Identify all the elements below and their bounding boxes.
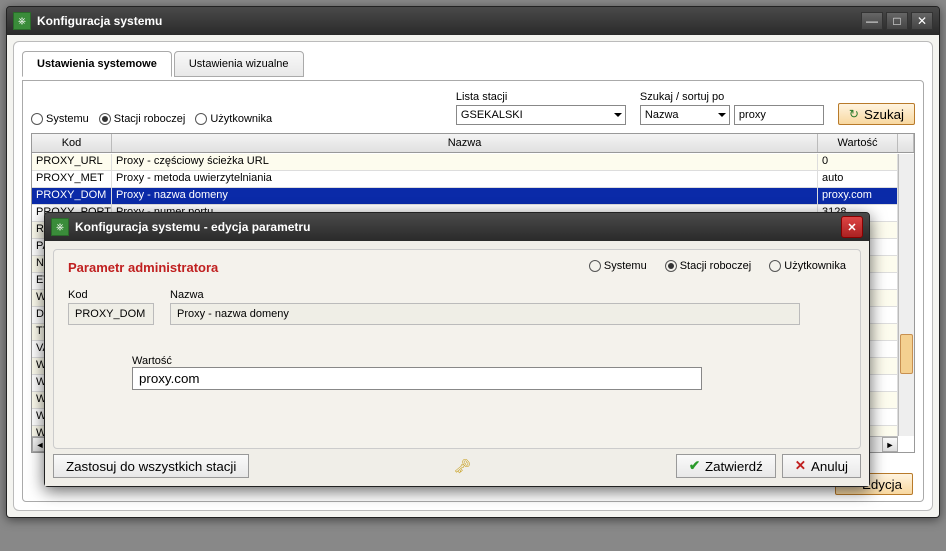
sort-select[interactable]: Nazwa — [640, 105, 730, 125]
station-list-select[interactable]: GSEKALSKI — [456, 105, 626, 125]
table-row[interactable]: PROXY_URLProxy - częściowy ścieżka URL0 — [32, 154, 898, 171]
scrollbar-thumb[interactable] — [900, 334, 913, 374]
confirm-label: Zatwierdź — [705, 459, 763, 474]
dialog-kod-value: PROXY_DOM — [68, 303, 154, 325]
sort-label: Szukaj / sortuj po — [640, 91, 824, 103]
dialog-close-button[interactable]: ✕ — [841, 216, 863, 238]
confirm-button[interactable]: ✔ Zatwierdź — [676, 454, 776, 478]
refresh-icon: ↻ — [849, 107, 859, 121]
dialog-wartosc-input[interactable] — [132, 367, 702, 390]
window-title: Konfiguracja systemu — [37, 14, 861, 28]
scope-station-radio[interactable]: Stacji roboczej — [99, 113, 186, 125]
scroll-right-button[interactable]: ► — [882, 437, 898, 452]
dialog-scope-user-radio[interactable]: Użytkownika — [769, 260, 846, 272]
dialog-icon: ⎈ — [51, 218, 69, 236]
col-header-kod[interactable]: Kod — [32, 134, 112, 152]
search-button[interactable]: ↻ Szukaj — [838, 103, 915, 125]
apply-all-label: Zastosuj do wszystkich stacji — [66, 459, 236, 474]
dialog-nazwa-value: Proxy - nazwa domeny — [170, 303, 800, 325]
station-list-label: Lista stacji — [456, 91, 626, 103]
check-icon: ✔ — [689, 458, 700, 474]
apply-all-stations-button[interactable]: Zastosuj do wszystkich stacji — [53, 454, 249, 478]
search-button-label: Szukaj — [864, 107, 904, 122]
app-icon: ⎈ — [13, 12, 31, 30]
cancel-label: Anuluj — [811, 459, 848, 474]
dialog-scope-station-radio[interactable]: Stacji roboczej — [665, 260, 752, 272]
scope-radio-group: Systemu Stacji roboczej Użytkownika — [31, 113, 272, 125]
minimize-button[interactable]: — — [861, 12, 883, 30]
tab-system-settings[interactable]: Ustawienia systemowe — [22, 51, 172, 77]
scope-station-label: Stacji roboczej — [114, 113, 186, 125]
dialog-scope-system-radio[interactable]: Systemu — [589, 260, 647, 272]
close-button[interactable]: ✕ — [911, 12, 933, 30]
key-icon[interactable]: 🗝 — [454, 458, 472, 475]
tab-visual-settings[interactable]: Ustawienia wizualne — [174, 51, 304, 77]
edit-param-dialog: ⎈ Konfiguracja systemu - edycja parametr… — [44, 212, 870, 487]
col-header-nazwa[interactable]: Nazwa — [112, 134, 818, 152]
table-row[interactable]: PROXY_DOMProxy - nazwa domenyproxy.com — [32, 188, 898, 205]
search-input[interactable] — [734, 105, 824, 125]
dialog-kod-label: Kod — [68, 289, 154, 301]
scope-system-radio[interactable]: Systemu — [31, 113, 89, 125]
cancel-button[interactable]: ✕ Anuluj — [782, 454, 861, 478]
dialog-title: Konfiguracja systemu - edycja parametru — [75, 220, 841, 234]
scope-system-label: Systemu — [46, 113, 89, 125]
vertical-scrollbar[interactable] — [898, 154, 914, 436]
dialog-nazwa-label: Nazwa — [170, 289, 846, 301]
dialog-wartosc-label: Wartość — [132, 355, 172, 367]
scope-user-label: Użytkownika — [210, 113, 272, 125]
maximize-button[interactable]: □ — [886, 12, 908, 30]
table-row[interactable]: PROXY_METProxy - metoda uwierzytelniania… — [32, 171, 898, 188]
dialog-scope-radios: Systemu Stacji roboczej Użytkownika — [589, 260, 846, 272]
dialog-titlebar[interactable]: ⎈ Konfiguracja systemu - edycja parametr… — [45, 213, 869, 241]
col-header-wartosc[interactable]: Wartość — [818, 134, 898, 152]
titlebar[interactable]: ⎈ Konfiguracja systemu — □ ✕ — [7, 7, 939, 35]
scope-user-radio[interactable]: Użytkownika — [195, 113, 272, 125]
x-icon: ✕ — [795, 458, 806, 474]
